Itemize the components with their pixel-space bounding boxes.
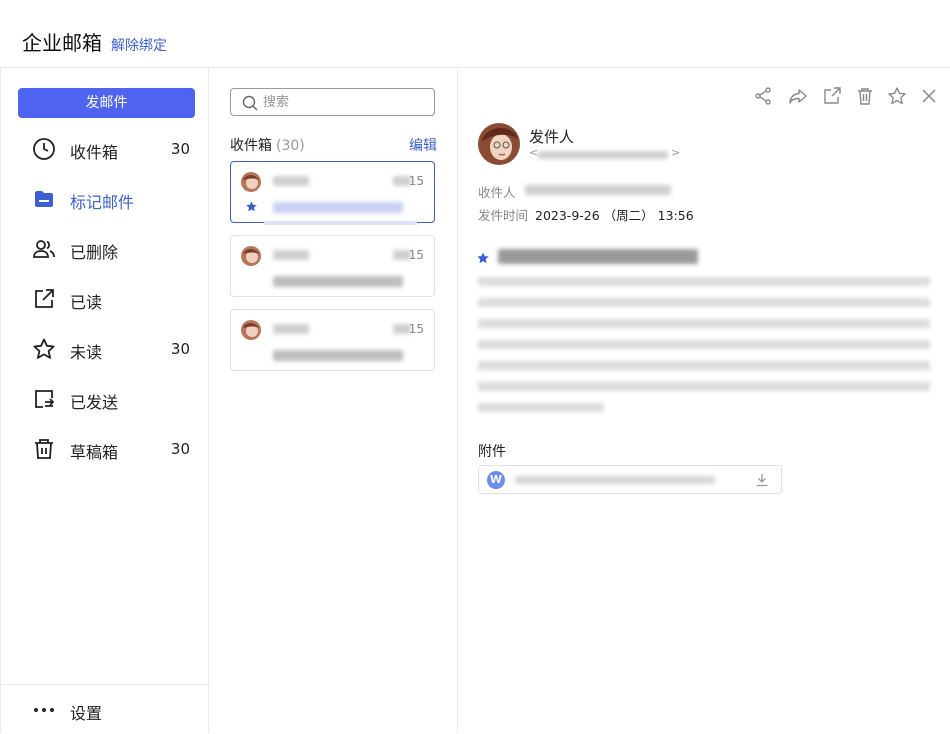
avatar [241, 172, 261, 192]
list-heading: 收件箱 (30) [230, 135, 305, 155]
mail-list-column: 收件箱(30) 编辑 15 15 [210, 68, 458, 733]
mail-time: 15 [408, 322, 424, 336]
more-dots-icon [34, 708, 54, 712]
attachment-item[interactable]: W [478, 465, 782, 494]
sidebar-item-label: 已删除 [70, 243, 119, 262]
selection-underline [264, 221, 417, 225]
sender-address-redacted: < > [529, 146, 681, 159]
app-header: 企业邮箱 解除绑定 [0, 0, 950, 68]
recipient-label: 收件人 [478, 185, 516, 200]
star-icon[interactable] [887, 86, 907, 106]
subject-redacted [273, 202, 403, 213]
sender-name: 发件人 [529, 128, 575, 146]
compose-button[interactable]: 发邮件 [18, 88, 195, 118]
starred-icon [477, 252, 489, 264]
avatar [241, 320, 261, 340]
sidebar-item-drafts[interactable]: 草稿箱 30 [1, 429, 210, 469]
sender-redacted [273, 176, 309, 186]
sidebar-item-read[interactable]: 已读 [1, 279, 210, 319]
mail-detail: 发件人 < > 收件人 发件时间 2023-9-26 （周二） 13:56 附件… [458, 68, 950, 733]
sidebar-item-label: 已发送 [70, 393, 119, 412]
sidebar-item-label: 未读 [70, 343, 103, 362]
users-icon [33, 240, 55, 258]
attachments-label: 附件 [478, 444, 506, 460]
folder-icon [35, 191, 53, 207]
list-heading-label: 收件箱 [230, 138, 272, 154]
mail-list-item[interactable]: 15 [230, 309, 435, 371]
sent-time-value: 2023-9-26 （周二） 13:56 [535, 208, 694, 223]
trash-icon [35, 439, 53, 459]
subject-redacted [498, 249, 698, 264]
mail-app: 企业邮箱 解除绑定 发邮件 收件箱 30 标记邮件 已删除 已读 未读 30 已… [0, 0, 950, 733]
sidebar-item-flagged[interactable]: 标记邮件 [1, 179, 210, 219]
list-heading-count: (30) [276, 138, 305, 154]
sidebar-item-inbox[interactable]: 收件箱 30 [1, 129, 210, 169]
mail-list-item[interactable]: 15 [230, 161, 435, 225]
search-input[interactable] [263, 93, 423, 111]
external-link-icon [35, 289, 54, 308]
subject-redacted [273, 276, 403, 287]
sidebar-item-label: 标记邮件 [70, 193, 135, 212]
subject-redacted [273, 350, 403, 361]
open-external-icon[interactable] [822, 86, 842, 106]
sender-redacted [273, 250, 309, 260]
starred-icon [246, 201, 257, 212]
avatar [241, 246, 261, 266]
sender-avatar [478, 123, 520, 165]
sidebar-item-label: 已读 [70, 293, 103, 312]
sidebar-item-count: 30 [170, 140, 190, 158]
sidebar-item-unread[interactable]: 未读 30 [1, 329, 210, 369]
mail-time: 15 [408, 248, 424, 262]
mail-time: 15 [408, 174, 424, 188]
sidebar-item-deleted[interactable]: 已删除 [1, 229, 210, 269]
sidebar: 发邮件 收件箱 30 标记邮件 已删除 已读 未读 30 已发送 草稿箱 30 … [0, 68, 210, 734]
mail-list-item[interactable]: 15 [230, 235, 435, 297]
sidebar-item-label: 收件箱 [70, 143, 119, 162]
settings-label: 设置 [70, 704, 103, 723]
download-icon[interactable] [755, 473, 769, 487]
search-box[interactable] [230, 88, 435, 116]
close-icon[interactable] [919, 86, 939, 106]
sidebar-item-count: 30 [170, 440, 190, 458]
recipient-redacted [525, 185, 671, 195]
sidebar-item-sent[interactable]: 已发送 [1, 379, 210, 419]
star-icon [33, 338, 55, 359]
sent-icon [35, 390, 55, 408]
delete-icon[interactable] [855, 86, 875, 106]
sidebar-item-label: 草稿箱 [70, 443, 119, 462]
attachment-name-redacted [515, 476, 715, 484]
unbind-link[interactable]: 解除绑定 [111, 35, 167, 55]
sender-redacted [273, 324, 309, 334]
edit-link[interactable]: 编辑 [409, 135, 437, 155]
sent-time-label: 发件时间 [478, 208, 529, 223]
word-file-icon: W [487, 471, 505, 489]
forward-icon[interactable] [788, 86, 808, 106]
settings-item[interactable]: 设置 [1, 684, 210, 734]
sidebar-item-count: 30 [170, 340, 190, 358]
clock-icon [33, 138, 55, 160]
search-icon [242, 95, 258, 111]
app-title: 企业邮箱 [22, 31, 102, 55]
share-icon[interactable] [753, 86, 773, 106]
